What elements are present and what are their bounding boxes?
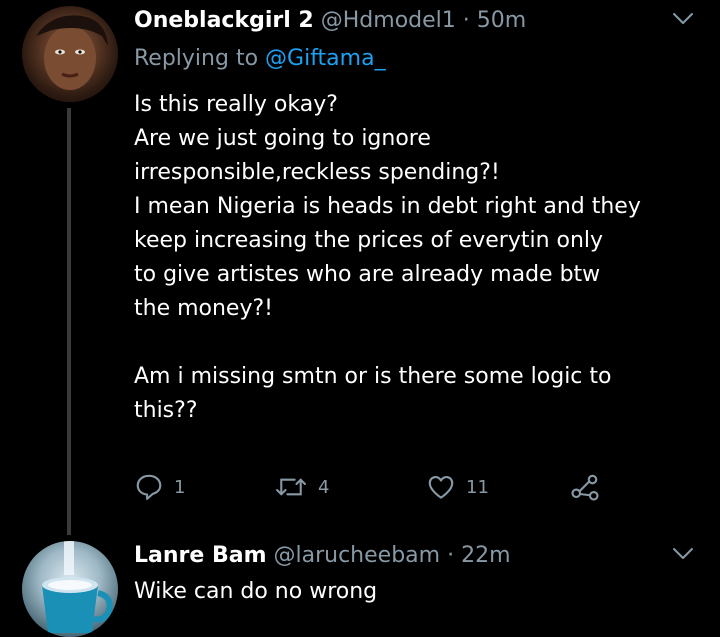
tweet-header: Oneblackgirl 2 @Hdmodel1 · 50m (134, 6, 660, 36)
tweet-actions: 1 4 11 (134, 470, 614, 504)
thread-line (67, 108, 71, 535)
tweet[interactable]: Lanre Bam @larucheebam · 22m Wike can do… (0, 535, 720, 637)
reply-button[interactable]: 1 (134, 470, 185, 504)
like-button[interactable]: 11 (426, 470, 489, 504)
share-icon (571, 474, 599, 501)
chevron-down-icon[interactable] (672, 547, 694, 561)
tweet-text-line: this?? (134, 398, 198, 423)
user-handle[interactable]: @larucheebam (274, 543, 441, 568)
reply-count: 1 (174, 476, 186, 498)
retweet-button[interactable]: 4 (274, 470, 329, 504)
replying-to-link[interactable]: @Giftama_ (265, 46, 386, 71)
tweet-text: Wike can do no wrong (134, 575, 704, 609)
tweet-text-line: Am i missing smtn or is there some logic… (134, 364, 612, 389)
timestamp[interactable]: 22m (461, 543, 510, 568)
tweet-text-line: the money?! (134, 296, 273, 321)
tweet-text-line: Is this really okay? (134, 92, 338, 117)
display-name[interactable]: Oneblackgirl 2 (134, 8, 314, 33)
tweet-text-line: Are we just going to ignore (134, 126, 431, 151)
chevron-down-icon[interactable] (672, 12, 694, 26)
retweet-icon (276, 478, 306, 496)
avatar-portrait-image (36, 15, 108, 90)
user-handle[interactable]: @Hdmodel1 (321, 8, 456, 33)
tweet-text-line: I mean Nigeria is heads in debt right an… (134, 194, 641, 219)
avatar[interactable] (22, 541, 118, 637)
reply-icon (136, 474, 162, 500)
avatar-water-cup-image (42, 541, 113, 633)
replying-prefix: Replying to (134, 46, 266, 71)
separator-dot: · (462, 8, 470, 33)
timestamp[interactable]: 50m (477, 8, 526, 33)
share-button[interactable] (570, 470, 600, 504)
display-name[interactable]: Lanre Bam (134, 543, 267, 568)
separator-dot: · (447, 543, 455, 568)
tweet[interactable]: Oneblackgirl 2 @Hdmodel1 · 50m Replying … (0, 0, 720, 535)
avatar[interactable] (22, 6, 118, 102)
tweet-text-line: Wike can do no wrong (134, 579, 378, 604)
like-count: 11 (466, 476, 489, 498)
retweet-count: 4 (318, 476, 330, 498)
tweet-header: Lanre Bam @larucheebam · 22m (134, 541, 660, 571)
tweet-text-line: keep increasing the prices of everytin o… (134, 228, 604, 253)
heart-icon (428, 475, 454, 499)
tweet-text: Is this really okay? Are we just going t… (134, 88, 704, 428)
tweet-text-line: irresponsible,reckless spending?! (134, 160, 500, 185)
tweet-text-line: to give artistes who are already made bt… (134, 262, 601, 287)
replying-to-line: Replying to @Giftama_ (134, 44, 386, 74)
